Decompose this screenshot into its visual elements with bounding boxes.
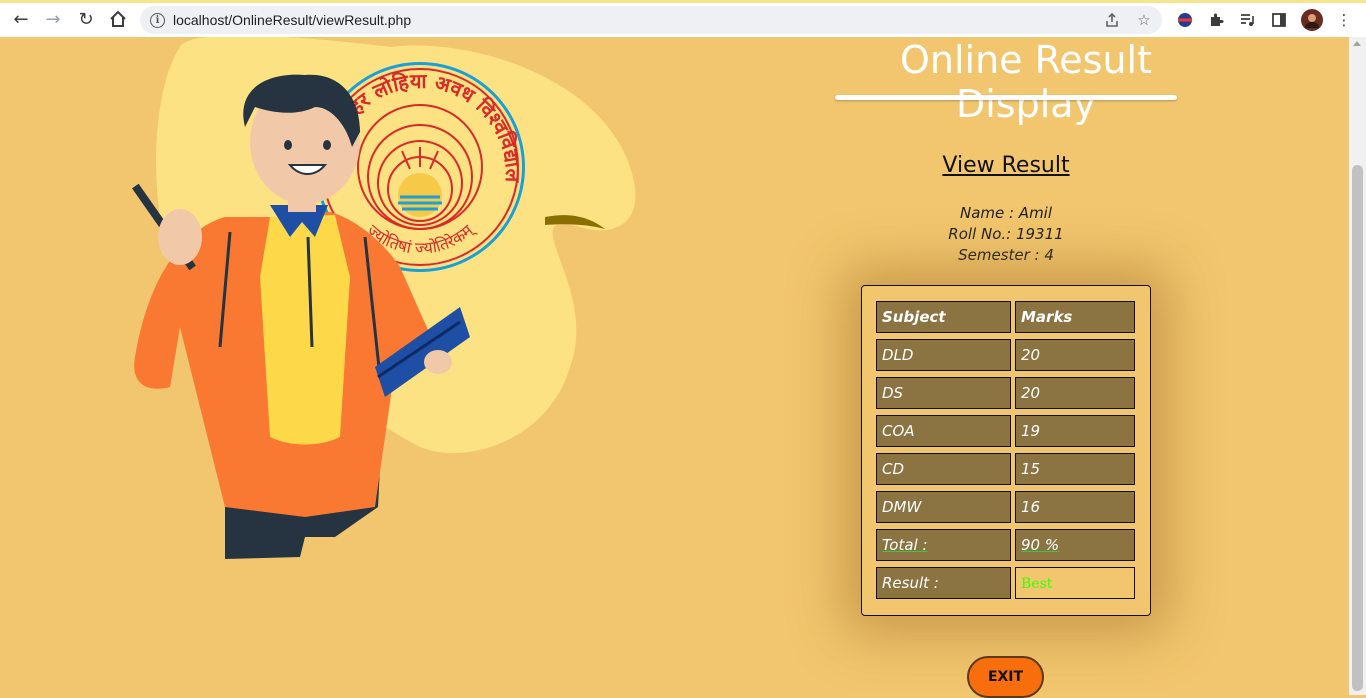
forward-icon[interactable]: → [40,6,66,32]
student-illustration: डॉ. राममनोहर लोहिया अवध विश्वविद्यालय ज्… [130,37,636,559]
row-subject: CD [876,453,1011,485]
result-table: Subject Marks DLD 20 DS 20 COA 19 CD 15 … [861,285,1151,616]
puzzle-icon[interactable] [1205,9,1227,31]
student-semester: Semester : 4 [958,246,1054,264]
total-label: Total : [882,536,928,554]
media-icon[interactable] [1236,9,1258,31]
row-marks: 20 [1015,339,1135,371]
row-subject: COA [876,415,1011,447]
menu-icon[interactable]: ⋮ [1333,9,1355,31]
extension-icon[interactable] [1174,9,1196,31]
exit-button[interactable]: EXIT [967,656,1044,698]
site-info-icon[interactable]: i [150,12,165,28]
result-value: Best [1021,576,1053,592]
back-icon[interactable]: ← [8,6,34,32]
header-subject: Subject [876,301,1011,333]
title-underline [835,95,1177,100]
scrollbar[interactable] [1349,37,1366,695]
total-value: 90 % [1021,536,1060,554]
row-marks: 16 [1015,491,1135,523]
address-bar[interactable]: i localhost/OnlineResult/viewResult.php … [140,6,1162,34]
row-subject: DMW [876,491,1011,523]
browser-toolbar: ← → ↻ i localhost/OnlineResult/viewResul… [0,0,1366,37]
scroll-up-arrow-icon[interactable] [1353,41,1361,46]
total-label-cell: Total : [876,529,1011,561]
url-text: localhost/OnlineResult/viewResult.php [173,12,412,28]
scrollbar-thumb[interactable] [1352,165,1363,691]
star-icon[interactable]: ☆ [1134,10,1154,30]
result-value-cell: Best [1015,567,1135,599]
student-name: Name : Amil [959,204,1053,222]
row-marks: 19 [1015,415,1135,447]
share-icon[interactable] [1102,10,1122,30]
result-label: Result : [876,567,1011,599]
student-roll-no: Roll No.: 19311 [948,225,1064,243]
side-panel-icon[interactable] [1268,9,1290,31]
view-result-link[interactable]: View Result [906,153,1106,178]
page-title: Online Result Display [899,38,1153,126]
row-marks: 20 [1015,377,1135,409]
row-subject: DLD [876,339,1011,371]
total-value-cell: 90 % [1015,529,1135,561]
header-marks: Marks [1015,301,1135,333]
avatar[interactable] [1301,9,1323,31]
reload-icon[interactable]: ↻ [73,6,99,32]
row-subject: DS [876,377,1011,409]
row-marks: 15 [1015,453,1135,485]
home-icon[interactable] [105,6,131,32]
